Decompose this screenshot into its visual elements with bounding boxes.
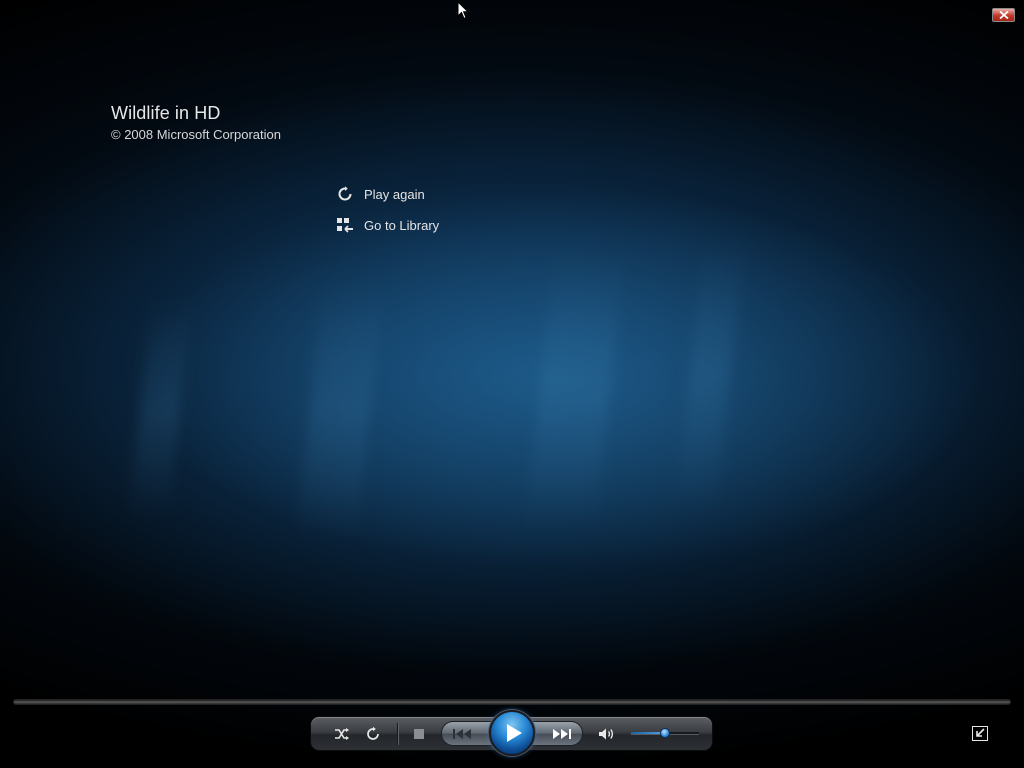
go-to-library-label: Go to Library bbox=[364, 217, 440, 233]
speaker-icon bbox=[599, 728, 614, 740]
next-button[interactable] bbox=[531, 721, 583, 746]
repeat-button[interactable] bbox=[362, 724, 384, 744]
next-icon bbox=[553, 728, 571, 739]
shuffle-button[interactable] bbox=[331, 724, 353, 744]
play-again-label: Play again bbox=[364, 186, 425, 202]
repeat-icon bbox=[367, 726, 379, 740]
previous-icon bbox=[453, 728, 471, 739]
close-button[interactable] bbox=[992, 8, 1015, 22]
library-icon bbox=[336, 216, 354, 234]
seek-bar[interactable] bbox=[14, 700, 1010, 704]
stop-icon bbox=[414, 729, 424, 739]
previous-button[interactable] bbox=[441, 721, 493, 746]
exit-fullscreen-button[interactable] bbox=[972, 726, 988, 741]
replay-icon bbox=[336, 185, 354, 203]
shuffle-icon bbox=[335, 728, 349, 740]
exit-fullscreen-icon bbox=[972, 726, 988, 741]
play-again-link[interactable]: Play again bbox=[336, 183, 425, 205]
media-title: Wildlife in HD bbox=[111, 103, 221, 123]
media-copyright: © 2008 Microsoft Corporation bbox=[111, 127, 281, 142]
go-to-library-link[interactable]: Go to Library bbox=[336, 214, 439, 236]
controls-separator bbox=[397, 723, 398, 745]
play-icon bbox=[506, 724, 522, 742]
mouse-cursor-icon bbox=[457, 1, 469, 20]
close-icon bbox=[999, 11, 1009, 19]
mute-button[interactable] bbox=[596, 724, 618, 744]
volume-thumb[interactable] bbox=[660, 728, 670, 738]
stop-button[interactable] bbox=[408, 724, 430, 744]
volume-slider[interactable] bbox=[631, 725, 699, 741]
play-button[interactable] bbox=[489, 710, 535, 756]
video-area[interactable]: Wildlife in HD © 2008 Microsoft Corporat… bbox=[0, 0, 1024, 768]
